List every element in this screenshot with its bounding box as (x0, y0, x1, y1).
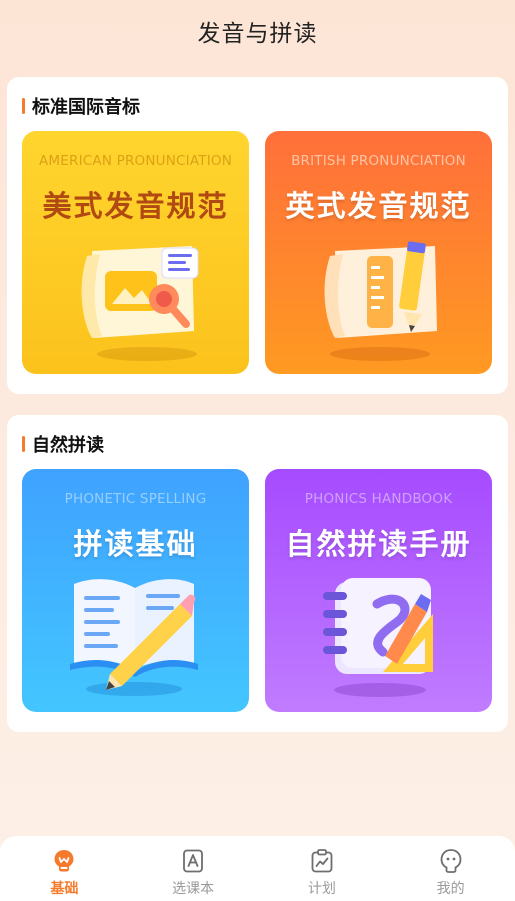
card-american-pronunciation[interactable]: AMERICAN PRONUNCIATION 美式发音规范 (22, 131, 249, 374)
card-phonics-handbook[interactable]: PHONICS HANDBOOK 自然拼读手册 (265, 469, 492, 712)
card-phonetic-spelling[interactable]: PHONETIC SPELLING 拼读基础 (22, 469, 249, 712)
ruler-pencil-illustration-icon (324, 241, 437, 361)
section-accent-bar (22, 436, 25, 452)
tab-textbook[interactable]: 选课本 (129, 836, 258, 901)
bottom-tab-bar: 基础 选课本 计划 我的 (0, 836, 515, 901)
tab-label: 我的 (436, 881, 465, 897)
card-subtitle: BRITISH PRONUNCIATION (291, 153, 466, 169)
section-ipa: 标准国际音标 AMERICAN PRONUNCIATION 美式发音规范 BRI… (7, 77, 508, 394)
card-title: 自然拼读手册 (285, 527, 472, 561)
section-header: 自然拼读 (22, 431, 104, 457)
section-title: 自然拼读 (32, 435, 104, 456)
map-scroll-illustration-icon (81, 246, 199, 361)
card-british-pronunciation[interactable]: BRITISH PRONUNCIATION 英式发音规范 (265, 131, 492, 374)
card-subtitle: PHONETIC SPELLING (64, 491, 207, 507)
open-book-pencil-illustration-icon (70, 579, 198, 696)
card-title: 美式发音规范 (42, 189, 229, 223)
notebook-triangle-illustration-icon (323, 578, 433, 697)
page-title: 发音与拼读 (197, 21, 318, 47)
section-title: 标准国际音标 (32, 97, 140, 118)
textbook-icon (183, 849, 204, 873)
card-title: 拼读基础 (73, 527, 198, 561)
profile-icon (440, 849, 462, 873)
plan-clipboard-icon (311, 849, 333, 873)
tab-label: 选课本 (172, 881, 215, 897)
card-subtitle: PHONICS HANDBOOK (304, 491, 453, 507)
card-title: 英式发音规范 (285, 189, 472, 223)
card-subtitle: AMERICAN PRONUNCIATION (39, 153, 232, 169)
section-accent-bar (22, 98, 25, 114)
section-phonics: 自然拼读 PHONETIC SPELLING 拼读基础 PHONICS HAND… (7, 415, 508, 732)
tab-plan[interactable]: 计划 (258, 836, 387, 901)
home-bulb-icon (54, 850, 74, 872)
section-header: 标准国际音标 (22, 93, 140, 119)
tab-profile[interactable]: 我的 (386, 836, 515, 901)
tab-label: 基础 (50, 881, 79, 897)
tab-basics[interactable]: 基础 (0, 836, 129, 901)
tab-label: 计划 (307, 881, 336, 897)
